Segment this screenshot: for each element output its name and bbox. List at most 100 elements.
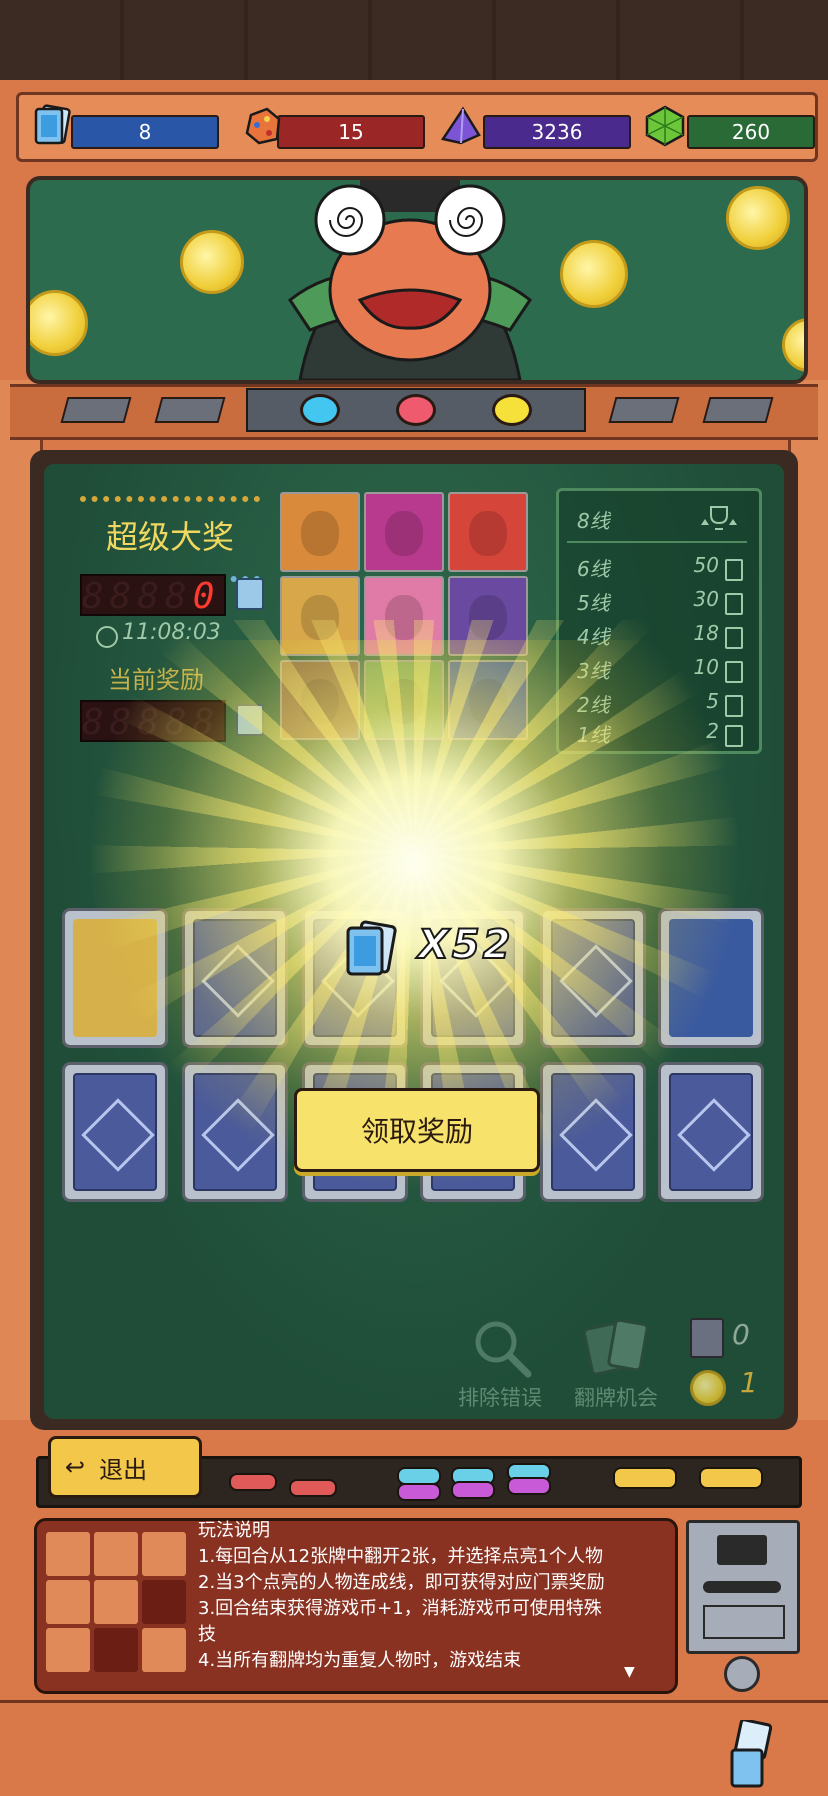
rules-grid-cell (94, 1580, 138, 1624)
payout-value: 10 (693, 655, 719, 679)
flip-chance-label: 翻牌机会 (574, 1386, 658, 1410)
jackpot-title: 超级大奖 (105, 518, 234, 556)
ticket-icon (725, 695, 743, 717)
payout-lines: 2线 (577, 693, 610, 717)
rules-line: 技 (198, 1624, 216, 1645)
character-grid (280, 492, 536, 748)
back-arrow-icon: ↩ (65, 1453, 86, 1481)
red-arcade-button[interactable] (289, 1479, 337, 1497)
ticket-icon (725, 627, 743, 649)
ticket-icon (340, 918, 402, 980)
rules-line: 3.回合结束获得游戏币+1，消耗游戏币可使用特殊 (198, 1598, 602, 1619)
rules-diagram (46, 1532, 186, 1672)
trophy-icon (699, 503, 739, 538)
ticket-icon (725, 661, 743, 683)
divider (567, 541, 747, 543)
rules-title: 玩法说明 (198, 1520, 270, 1541)
payout-row: 2线 5 (571, 689, 747, 719)
lock-icon[interactable] (724, 1656, 760, 1692)
payout-row: 3线 10 (571, 655, 747, 685)
payout-table: 8线 6线 50 5线 30 4线 18 3线 10 2线 5 1线 2 (556, 488, 762, 754)
ticket-icon (236, 578, 264, 610)
rules-line: 4.当所有翻牌均为重复人物时，游戏结束 (198, 1650, 522, 1671)
rules-line: 2.当3个点亮的人物连成线，即可获得对应门票奖励 (198, 1572, 605, 1593)
face-down-card[interactable] (62, 1062, 168, 1202)
character-portrait[interactable] (448, 660, 528, 740)
card-back-pattern (193, 919, 277, 1037)
purple-arcade-button[interactable] (507, 1477, 551, 1495)
gold-coin (726, 186, 790, 250)
exit-button[interactable]: ↩ 退出 (48, 1436, 202, 1498)
payout-value: 2 (706, 719, 719, 743)
rules-grid-cell (142, 1580, 186, 1624)
payout-lines: 6线 (577, 557, 610, 581)
ticket-machine[interactable] (686, 1520, 800, 1654)
purple-arcade-button[interactable] (397, 1483, 441, 1501)
character-portrait[interactable] (448, 576, 528, 656)
ticket-count: 8 (138, 120, 152, 144)
character-portrait[interactable] (448, 492, 528, 572)
character-portrait[interactable] (280, 576, 360, 656)
card-back-pattern (669, 1073, 753, 1191)
yellow-arcade-button[interactable] (613, 1467, 677, 1489)
cabinet-base (0, 1700, 828, 1796)
character-portrait[interactable] (280, 660, 360, 740)
character-portrait[interactable] (280, 492, 360, 572)
crystal-icon (439, 103, 483, 149)
ticket-icon (726, 1718, 776, 1794)
payout-lines: 5线 (577, 591, 610, 615)
gold-coin (782, 318, 804, 372)
flipped-card[interactable] (62, 908, 168, 1048)
gold-coin (560, 240, 628, 308)
face-down-card[interactable] (540, 908, 646, 1048)
character-portrait[interactable] (364, 576, 444, 656)
yellow-arcade-button[interactable] (699, 1467, 763, 1489)
exit-label: 退出 (99, 1455, 148, 1484)
crystal-count: 3236 (531, 120, 583, 144)
rules-grid-cell (46, 1532, 90, 1576)
face-down-card[interactable] (540, 1062, 646, 1202)
machine-panel (703, 1605, 785, 1639)
ticket-slot (703, 1581, 781, 1593)
purple-arcade-button[interactable] (451, 1481, 495, 1499)
card-back-pattern (193, 1073, 277, 1191)
panel-slot (60, 397, 132, 423)
resource-bar: 8 15 3236 260 (16, 92, 818, 162)
yellow-lamp (492, 394, 532, 426)
remove-error-label: 排除错误 (458, 1386, 542, 1410)
payout-lines: 4线 (577, 625, 610, 649)
red-arcade-button[interactable] (229, 1473, 277, 1491)
ticket-counter: 8 (71, 115, 219, 149)
game-coin-count: 1 (740, 1366, 758, 1399)
card-back-pattern (551, 919, 635, 1037)
emerald-count: 260 (731, 120, 771, 144)
machine-screen (717, 1535, 767, 1565)
payout-row: 4线 18 (571, 621, 747, 651)
character-portrait[interactable] (364, 660, 444, 740)
payout-lines: 8线 (577, 509, 610, 533)
face-down-card[interactable] (182, 908, 288, 1048)
rules-line: 1.每回合从12张牌中翻开2张，并选择点亮1个人物 (198, 1546, 603, 1567)
payout-lines: 3线 (577, 659, 610, 683)
flipped-card[interactable] (658, 908, 764, 1048)
payout-row: 8线 (571, 505, 747, 535)
character-portrait[interactable] (364, 492, 444, 572)
jackpot-value: 0 (192, 576, 221, 617)
clock-icon (96, 626, 118, 648)
magnifier-icon[interactable] (470, 1316, 534, 1384)
claim-reward-button[interactable]: 领取奖励 (294, 1088, 540, 1172)
card-token-icon (690, 1318, 724, 1358)
flip-cards-icon[interactable] (582, 1316, 654, 1384)
current-reward-label: 当前奖励 (108, 666, 204, 694)
face-down-card[interactable] (658, 1062, 764, 1202)
payout-value: 5 (706, 689, 719, 713)
ticket-icon (725, 593, 743, 615)
expand-rules-icon[interactable]: ▼ (624, 1664, 635, 1680)
card-face-character (669, 919, 753, 1037)
frog-character (280, 180, 540, 380)
payout-value: 30 (693, 587, 719, 611)
payout-row: 1线 2 (571, 719, 747, 749)
character-screen (26, 176, 808, 384)
face-down-card[interactable] (182, 1062, 288, 1202)
payout-row: 5线 30 (571, 587, 747, 617)
